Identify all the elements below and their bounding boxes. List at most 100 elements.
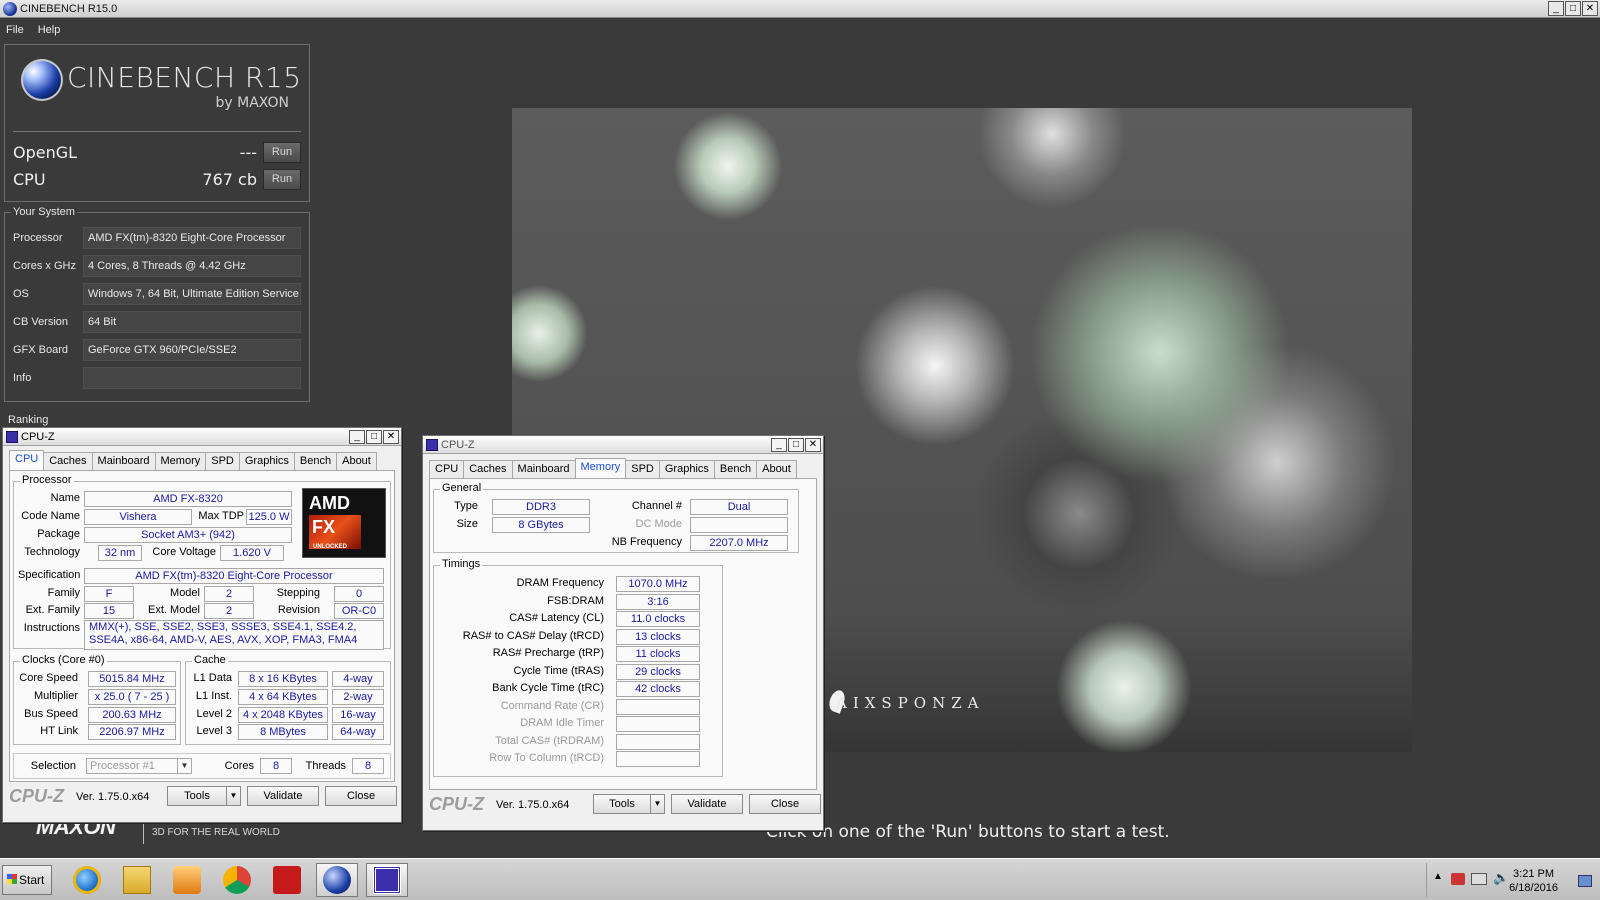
chevron-down-icon[interactable]: ▼ [226, 787, 240, 805]
revision-value: OR-C0 [334, 603, 384, 619]
tab-caches[interactable]: Caches [43, 452, 93, 470]
tab-memory[interactable]: Memory [154, 452, 207, 470]
close-button[interactable]: Close [749, 794, 821, 814]
tab-graphics[interactable]: Graphics [238, 452, 295, 470]
processor-group: Processor Name AMD FX-8320 Code Name Vis… [13, 474, 391, 650]
network-icon[interactable] [1471, 873, 1487, 885]
chevron-down-icon: ▼ [177, 759, 191, 773]
close-button[interactable]: Close [325, 786, 397, 806]
processor-legend: Processor [20, 474, 74, 486]
chevron-down-icon[interactable]: ▼ [650, 795, 664, 813]
volume-icon[interactable]: 🔈 [1493, 870, 1509, 886]
tab-memory[interactable]: Memory [574, 458, 627, 478]
close-button[interactable]: ✕ [805, 437, 821, 452]
windows-flag-icon [7, 874, 17, 884]
timing-value: 13 clocks [616, 628, 700, 645]
family-label: Family [47, 587, 80, 599]
tab-bench[interactable]: Bench [713, 460, 758, 478]
info-field[interactable] [83, 367, 301, 389]
timing-value: 1070.0 MHz [616, 576, 700, 592]
flash-app-icon[interactable] [266, 863, 308, 897]
tab-caches[interactable]: Caches [463, 460, 513, 478]
system-row: Processor AMD FX(tm)-8320 Eight-Core Pro… [13, 227, 301, 249]
cpu-run-button[interactable]: Run [263, 168, 301, 190]
system-tray: ▲ 🔈 3:21 PM 6/18/2016 [1426, 863, 1598, 897]
tab-spd[interactable]: SPD [625, 460, 660, 478]
tab-cpu[interactable]: CPU [9, 450, 45, 470]
cache-row-label: L1 Data [193, 672, 232, 684]
cpuz-titlebar[interactable]: CPU-Z _ □ ✕ [423, 436, 823, 454]
system-row: Info [13, 367, 301, 389]
tab-mainboard[interactable]: Mainboard [511, 460, 576, 478]
menu-file[interactable]: File [6, 24, 24, 36]
cinebench-icon[interactable] [316, 863, 358, 897]
close-button[interactable]: ✕ [383, 429, 399, 444]
tab-mainboard[interactable]: Mainboard [91, 452, 156, 470]
tools-button[interactable]: Tools ▼ [593, 794, 665, 814]
cpuz-version: Ver. 1.75.0.x64 [496, 798, 570, 811]
system-row: GFX Board GeForce GTX 960/PCIe/SSE2 [13, 339, 301, 361]
opengl-run-button[interactable]: Run [263, 141, 301, 163]
size-value: 8 GBytes [492, 517, 590, 533]
window-title: CINEBENCH R15.0 [20, 2, 118, 15]
cpuz-icon[interactable] [366, 863, 408, 897]
action-center-icon[interactable] [1451, 873, 1465, 885]
clocks-group: Clocks (Core #0) Core Speed 5015.84 MHz … [13, 654, 181, 745]
channel-label: Channel # [631, 500, 682, 512]
start-button[interactable]: Start [2, 865, 52, 895]
timing-value: 11.0 clocks [616, 611, 700, 627]
start-label: Start [19, 873, 45, 887]
cpuz-window-cpu[interactable]: CPU-Z _ □ ✕ CPU Caches Mainboard Memory … [2, 427, 402, 823]
tray-expand-icon[interactable]: ▲ [1433, 871, 1443, 882]
package-label: Package [37, 528, 80, 540]
validate-button[interactable]: Validate [671, 794, 743, 814]
tab-graphics[interactable]: Graphics [658, 460, 715, 478]
tab-bench[interactable]: Bench [293, 452, 338, 470]
minimize-button[interactable]: _ [1548, 1, 1564, 16]
name-value: AMD FX-8320 [84, 491, 292, 507]
clocks-legend: Clocks (Core #0) [20, 654, 107, 666]
maximize-button[interactable]: □ [366, 429, 382, 444]
maximize-button[interactable]: □ [1565, 1, 1581, 16]
cinebench-logo-icon [21, 59, 63, 101]
cpuz-window-memory[interactable]: CPU-Z _ □ ✕ CPU Caches Mainboard Memory … [422, 435, 824, 831]
cache-group: Cache L1 Data 8 x 16 KBytes 4-way L1 Ins… [185, 654, 391, 745]
clock[interactable]: 3:21 PM 6/18/2016 [1509, 867, 1558, 895]
minimize-button[interactable]: _ [349, 429, 365, 444]
tab-spd[interactable]: SPD [205, 452, 240, 470]
clock-date: 6/18/2016 [1509, 882, 1558, 894]
timing-value: 29 clocks [616, 663, 700, 680]
timing-label: DRAM Frequency [516, 577, 604, 589]
close-button[interactable]: ✕ [1582, 1, 1598, 16]
channel-value: Dual [690, 499, 788, 515]
system-key: CB Version [13, 316, 69, 328]
system-value: 64 Bit [83, 311, 301, 333]
cache-way-value: 16-way [332, 707, 384, 723]
general-group: General Type DDR3 Size 8 GBytes Channel … [433, 482, 799, 553]
processor-select[interactable]: Processor #1 ▼ [86, 758, 192, 774]
cpuz-title: CPU-Z [21, 430, 55, 443]
tab-bar: CPU Caches Mainboard Memory SPD Graphics… [9, 450, 377, 470]
ht-link-value: 2206.97 MHz [88, 724, 176, 740]
internet-explorer-icon[interactable] [66, 863, 108, 897]
maximize-button[interactable]: □ [788, 437, 804, 452]
chrome-icon[interactable] [216, 863, 258, 897]
minimize-button[interactable]: _ [771, 437, 787, 452]
cache-size-value: 8 x 16 KBytes [238, 671, 328, 687]
taskbar: Start ▲ 🔈 3:21 PM 6/18/2016 [0, 858, 1600, 900]
cpuz-titlebar[interactable]: CPU-Z _ □ ✕ [3, 428, 401, 446]
menu-help[interactable]: Help [38, 24, 61, 36]
tools-button[interactable]: Tools ▼ [167, 786, 241, 806]
tab-about[interactable]: About [756, 460, 797, 478]
cpuz-brand: CPU-Z [9, 786, 64, 806]
media-player-icon[interactable] [166, 863, 208, 897]
file-explorer-icon[interactable] [116, 863, 158, 897]
validate-button[interactable]: Validate [247, 786, 319, 806]
tab-cpu[interactable]: CPU [429, 460, 465, 478]
show-desktop-icon[interactable] [1578, 875, 1592, 887]
tab-about[interactable]: About [336, 452, 377, 470]
cpu-score: 767 cb [202, 169, 257, 189]
ext-family-value: 15 [84, 603, 134, 619]
cinebench-titlebar[interactable]: CINEBENCH R15.0 _ □ ✕ [0, 0, 1600, 18]
cinebench-app-icon [3, 1, 17, 16]
